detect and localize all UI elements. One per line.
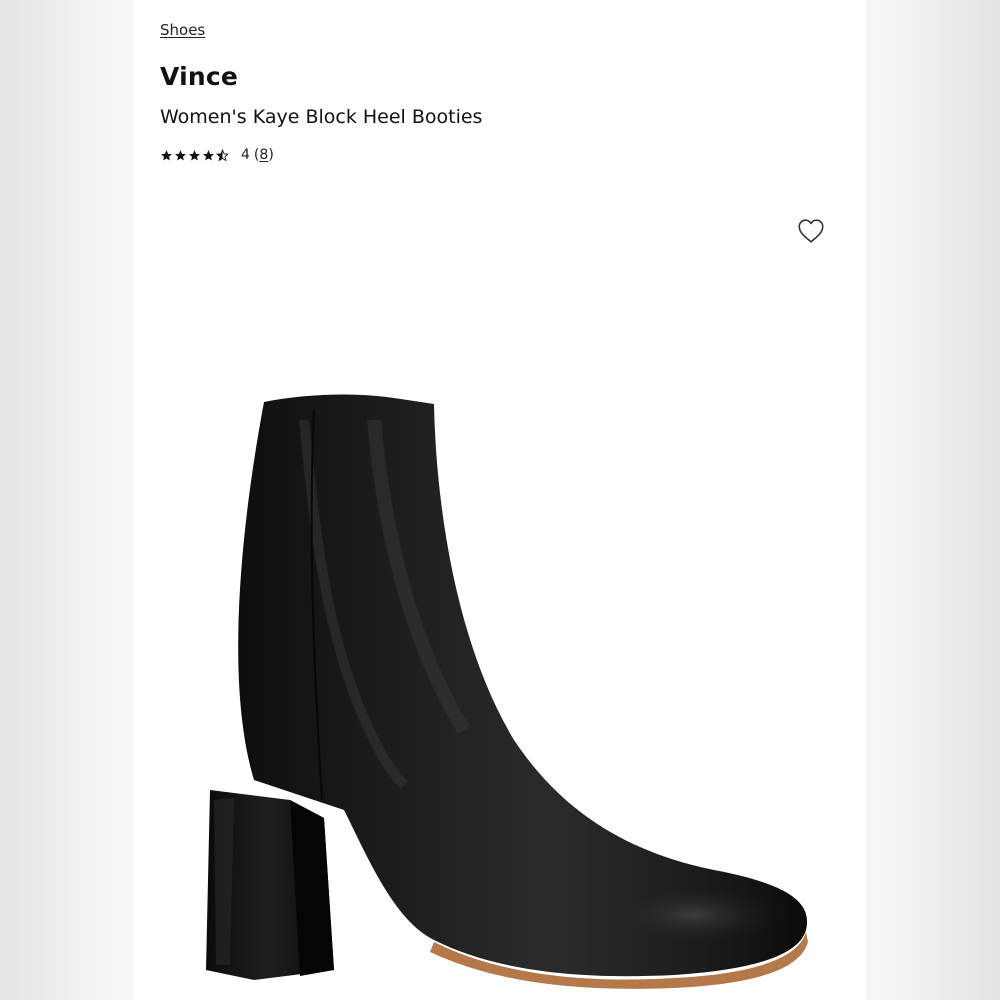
star-icon bbox=[203, 149, 214, 160]
product-image[interactable] bbox=[194, 380, 814, 1000]
half-star-icon bbox=[216, 148, 229, 161]
star-icon bbox=[175, 149, 186, 160]
review-count[interactable]: (8) bbox=[254, 147, 274, 163]
review-count-number[interactable]: 8 bbox=[259, 147, 268, 163]
heart-outline-icon[interactable] bbox=[796, 216, 826, 246]
product-panel: Shoes Vince Women's Kaye Block Heel Boot… bbox=[134, 0, 866, 1000]
breadcrumb-shoes[interactable]: Shoes bbox=[160, 21, 205, 39]
brand-name: Vince bbox=[160, 62, 239, 91]
star-icon bbox=[161, 149, 172, 160]
rating-summary[interactable]: 4 (8) bbox=[160, 145, 274, 165]
right-margin bbox=[866, 0, 1000, 1000]
product-title: Women's Kaye Block Heel Booties bbox=[160, 106, 483, 128]
star-icon bbox=[189, 149, 200, 160]
left-margin bbox=[0, 0, 134, 1000]
rating-stars bbox=[160, 148, 229, 162]
rating-value: 4 bbox=[241, 147, 250, 163]
